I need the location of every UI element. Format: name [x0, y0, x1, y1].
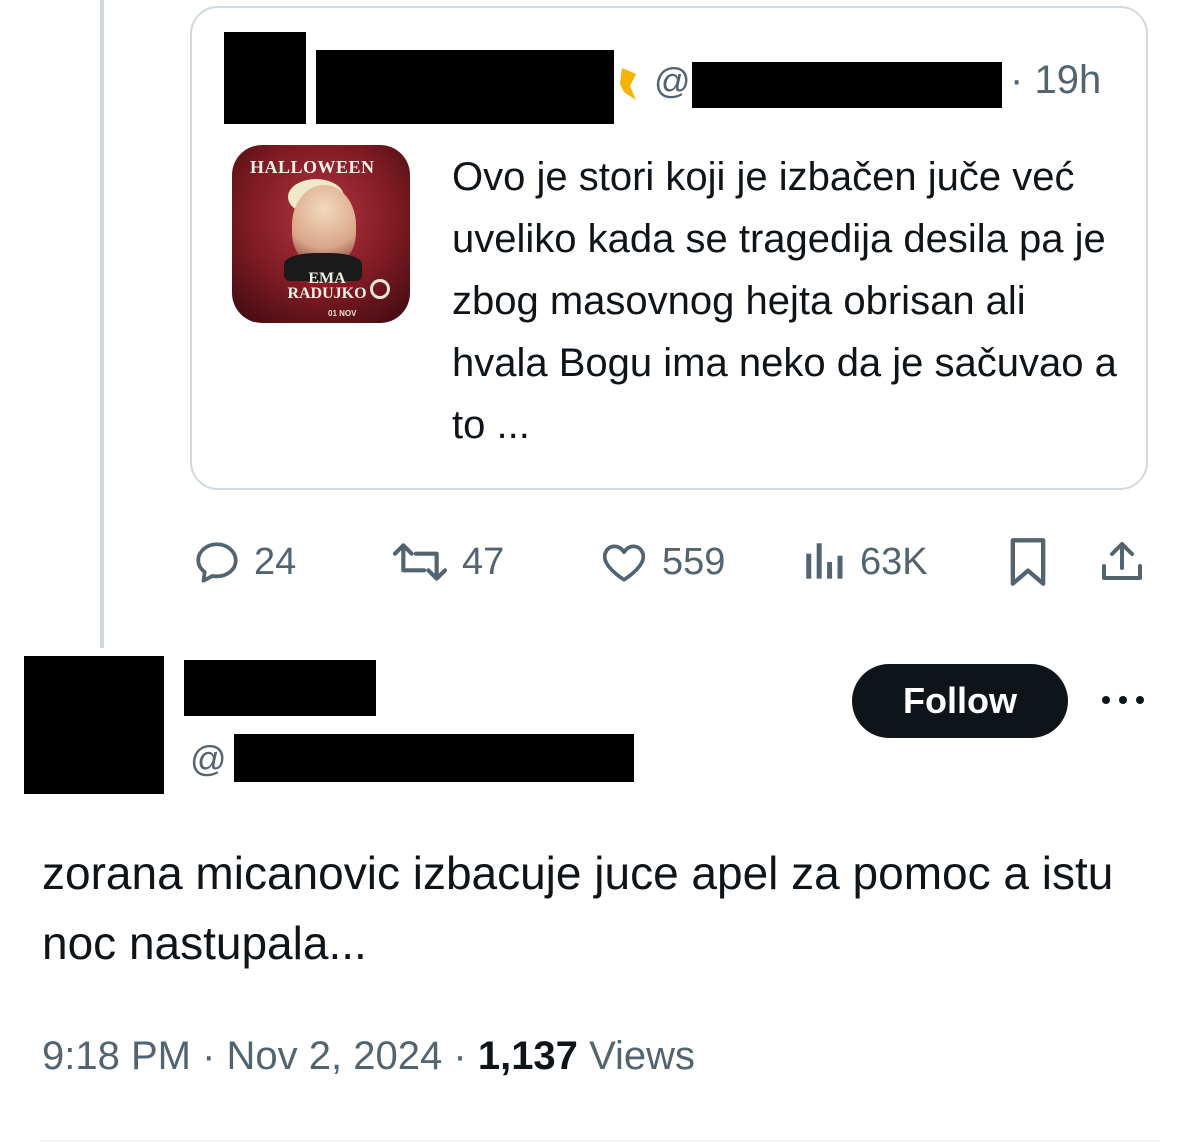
thumbnail-artist: EMA RADUJKO: [287, 270, 367, 302]
thumbnail-title: HALLOWEEN: [250, 157, 375, 177]
quoted-handle-prefix: @: [654, 60, 691, 101]
quoted-handle-redacted: [692, 62, 1002, 108]
reply-name-redacted: [184, 660, 376, 716]
quoted-avatar-redacted: [224, 32, 306, 124]
reply-avatar-redacted: [24, 656, 164, 794]
divider: [40, 1140, 1160, 1142]
views-action[interactable]: 63K: [802, 532, 928, 592]
thread-connector-line: [100, 0, 104, 648]
views-count: 63K: [860, 540, 928, 583]
meta-separator: ·: [453, 1034, 467, 1078]
quoted-media-thumbnail[interactable]: HALLOWEEN EMA RADUJKO 01 NOV: [232, 145, 410, 323]
repost-count: 47: [462, 540, 505, 583]
share-button[interactable]: [1098, 532, 1146, 592]
more-options-button[interactable]: [1100, 690, 1146, 715]
tweet-time[interactable]: 9:18 PM: [42, 1034, 191, 1078]
more-icon: [1102, 696, 1144, 704]
like-icon: [602, 544, 646, 582]
repost-action[interactable]: 47: [390, 532, 504, 592]
like-action[interactable]: 559: [598, 532, 725, 592]
meta-separator: ·: [202, 1034, 216, 1078]
verified-badge-icon: [620, 68, 636, 100]
tweet-views-count: 1,137: [477, 1034, 578, 1078]
repost-icon: [392, 543, 448, 581]
like-count: 559: [662, 540, 726, 583]
quoted-timestamp[interactable]: · 19h: [1010, 58, 1101, 103]
follow-button[interactable]: Follow: [852, 664, 1068, 738]
views-icon: [806, 543, 843, 579]
quoted-tweet-text: Ovo je stori koji je izbačen juče već uv…: [452, 155, 1117, 447]
thumbnail-date: 01 NOV: [328, 309, 357, 318]
bookmark-button[interactable]: [1006, 532, 1050, 592]
reply-tweet-text: zorana micanovic izbacuje juce apel za p…: [42, 847, 1114, 969]
reply-icon: [196, 542, 238, 583]
thumbnail-ring-icon: [370, 279, 390, 299]
tweet-views-label: Views: [589, 1034, 696, 1078]
reply-handle-prefix: @: [190, 738, 227, 779]
tweet-date[interactable]: Nov 2, 2024: [227, 1034, 443, 1078]
tweet-metadata: 9:18 PM · Nov 2, 2024 · 1,137 Views: [42, 1034, 695, 1079]
bookmark-icon: [1010, 538, 1046, 586]
reply-action[interactable]: 24: [192, 532, 296, 592]
reply-handle-redacted: [234, 734, 634, 782]
reply-count: 24: [254, 540, 297, 583]
share-icon: [1102, 542, 1142, 580]
quoted-name-redacted: [316, 50, 614, 124]
